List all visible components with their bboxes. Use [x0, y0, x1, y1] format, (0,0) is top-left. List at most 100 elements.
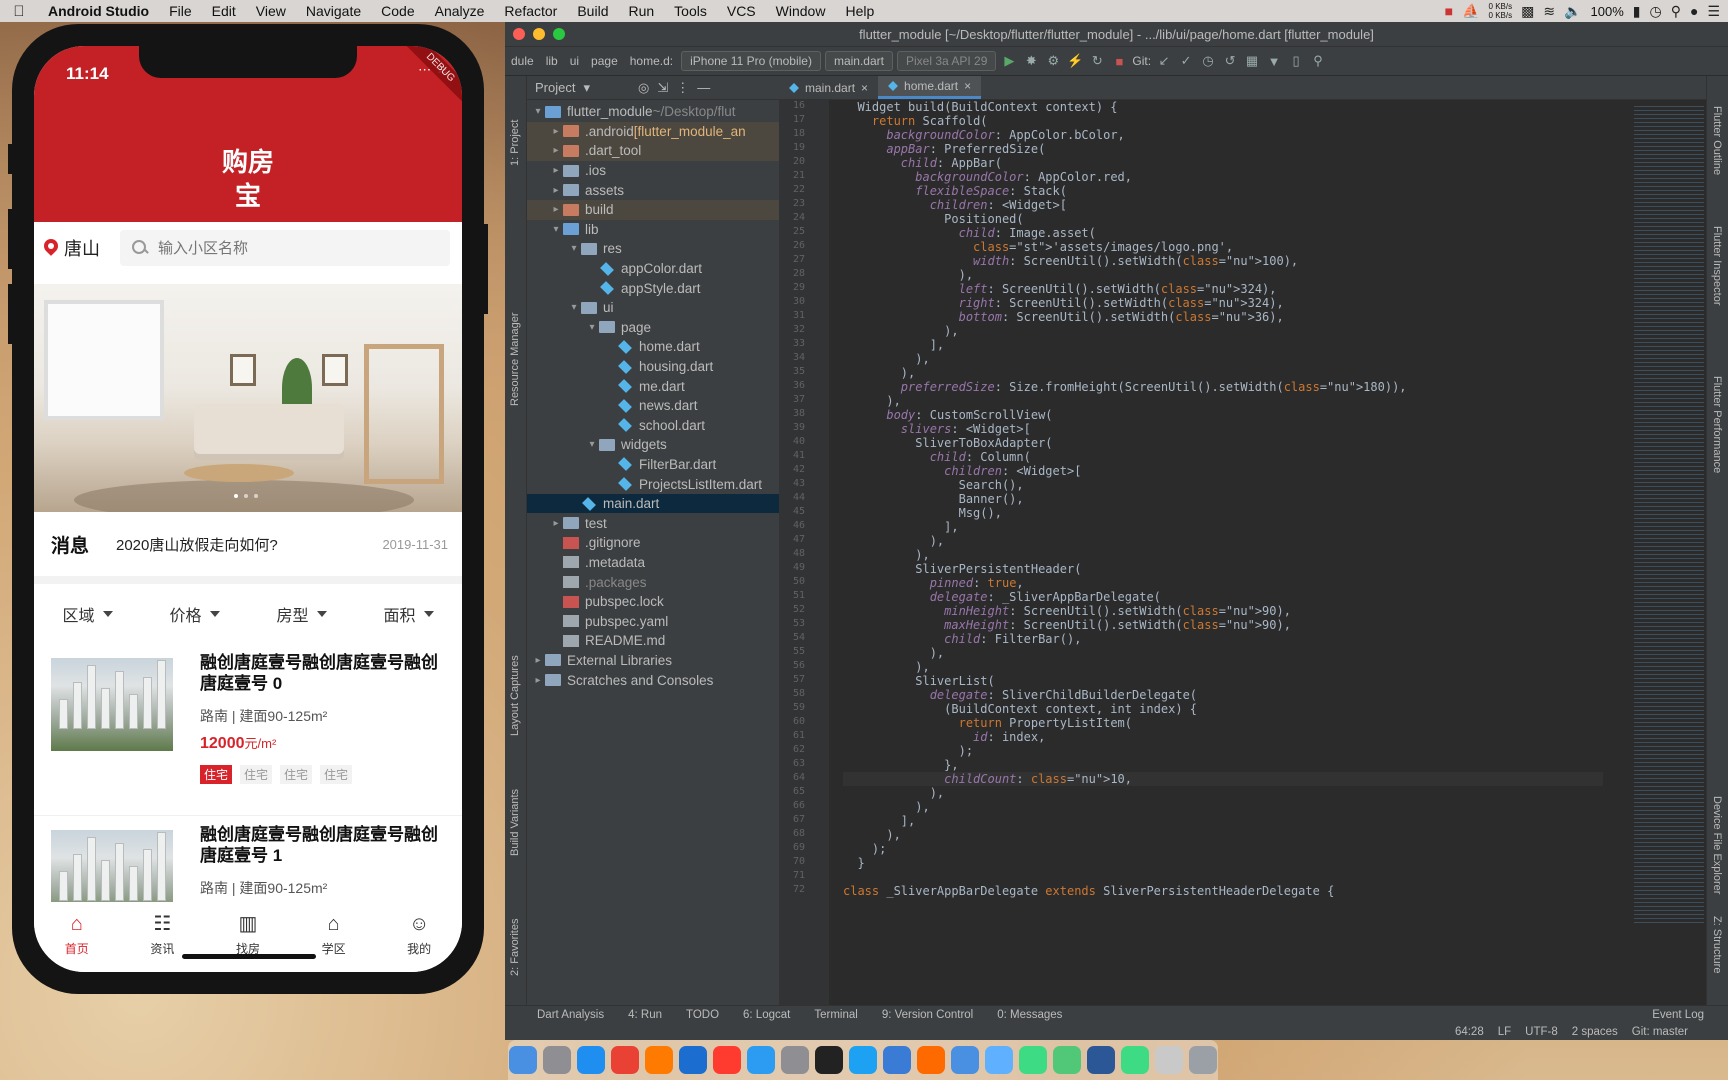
tree-item[interactable]: ▾ ui: [527, 298, 779, 318]
code-line[interactable]: child: FilterBar(),: [843, 632, 1603, 646]
code-line[interactable]: backgroundColor: AppColor.bColor,: [843, 128, 1603, 142]
code-line[interactable]: Search(),: [843, 478, 1603, 492]
minimize-window-button[interactable]: [533, 28, 545, 40]
list-item[interactable]: 融创唐庭壹号融创唐庭壹号融创唐庭壹号 0 路南 | 建面90-125m² 120…: [34, 644, 462, 816]
tool-window-button[interactable]: Layout Captures: [509, 655, 521, 736]
code-line[interactable]: flexibleSpace: Stack(: [843, 184, 1603, 198]
volume-down-button[interactable]: [8, 284, 14, 344]
code-line[interactable]: (BuildContext context, int index) {: [843, 702, 1603, 716]
project-dropdown[interactable]: Project: [535, 80, 575, 95]
emulator-selector[interactable]: Pixel 3a API 29: [896, 51, 997, 71]
record-icon[interactable]: ■: [1445, 3, 1453, 19]
dock-app-icon[interactable]: [543, 1046, 571, 1074]
code-line[interactable]: [843, 870, 1603, 884]
run-icon[interactable]: ▶: [1000, 53, 1018, 69]
code-line[interactable]: childCount: class="nu">10,: [843, 772, 1603, 786]
code-line[interactable]: minHeight: ScreenUtil().setWidth(class="…: [843, 604, 1603, 618]
city-selector[interactable]: 唐山: [34, 235, 120, 261]
tree-item[interactable]: ▸ Scratches and Consoles: [527, 670, 779, 690]
tree-item[interactable]: ▾ page: [527, 318, 779, 338]
code-line[interactable]: child: AppBar(: [843, 156, 1603, 170]
code-minimap[interactable]: [1634, 106, 1704, 926]
volume-up-button[interactable]: [8, 209, 14, 269]
tree-item[interactable]: ▾ widgets: [527, 435, 779, 455]
code-line[interactable]: Msg(),: [843, 506, 1603, 520]
dock-app-icon[interactable]: [679, 1046, 707, 1074]
line-separator[interactable]: LF: [1498, 1026, 1511, 1038]
code-line[interactable]: preferredSize: Size.fromHeight(ScreenUti…: [843, 380, 1603, 394]
menu-help[interactable]: Help: [835, 3, 884, 19]
git-revert-icon[interactable]: ↺: [1221, 53, 1239, 69]
debug-icon[interactable]: ✸: [1022, 53, 1040, 69]
code-line[interactable]: appBar: PreferredSize(: [843, 142, 1603, 156]
code-line[interactable]: delegate: _SliverAppBarDelegate(: [843, 590, 1603, 604]
code-line[interactable]: ),: [843, 786, 1603, 800]
dock-app-icon[interactable]: [917, 1046, 945, 1074]
code-line[interactable]: ),: [843, 324, 1603, 338]
tree-item[interactable]: ▸ .ios: [527, 161, 779, 181]
search-box[interactable]: [120, 230, 450, 266]
filter-item[interactable]: 价格: [169, 602, 220, 626]
tree-item[interactable]: ▾ res: [527, 239, 779, 259]
breadcrumb[interactable]: ui: [566, 54, 583, 68]
dock-app-icon[interactable]: [1053, 1046, 1081, 1074]
run-config-selector[interactable]: main.dart: [824, 51, 893, 71]
code-line[interactable]: );: [843, 842, 1603, 856]
tool-window-button[interactable]: 2: Favorites: [509, 919, 521, 976]
tree-item[interactable]: .gitignore: [527, 533, 779, 553]
code-line[interactable]: ),: [843, 800, 1603, 814]
tool-window-button[interactable]: Build Variants: [509, 789, 521, 856]
chevron-icon[interactable]: ▸: [549, 145, 563, 156]
dock-app-icon[interactable]: [1121, 1046, 1149, 1074]
search-icon[interactable]: ⚲: [1671, 3, 1681, 20]
code-line[interactable]: id: index,: [843, 730, 1603, 744]
file-encoding[interactable]: UTF-8: [1525, 1026, 1558, 1038]
apple-icon[interactable]: : [0, 3, 38, 20]
code-line[interactable]: );: [843, 744, 1603, 758]
tab-home-dart[interactable]: home.dart ×: [878, 76, 982, 99]
tree-item[interactable]: housing.dart: [527, 357, 779, 377]
tool-window-tab[interactable]: Terminal: [814, 1009, 857, 1021]
tree-item[interactable]: ▸ assets: [527, 180, 779, 200]
tree-item[interactable]: FilterBar.dart: [527, 455, 779, 475]
tab-building[interactable]: ▥ 找房: [218, 912, 278, 972]
mute-switch[interactable]: [8, 144, 14, 174]
collapse-icon[interactable]: ⇲: [657, 80, 668, 96]
chevron-icon[interactable]: ▾: [585, 322, 599, 333]
menu-code[interactable]: Code: [371, 3, 424, 19]
event-log-button[interactable]: Event Log: [1652, 1009, 1704, 1021]
chevron-icon[interactable]: ▸: [549, 518, 563, 529]
git-history-icon[interactable]: ◷: [1199, 53, 1217, 69]
breadcrumb[interactable]: home.d:: [626, 54, 677, 68]
tool-window-tab[interactable]: TODO: [686, 1009, 719, 1021]
search-input[interactable]: [158, 239, 418, 257]
code-line[interactable]: SliverList(: [843, 674, 1603, 688]
code-line[interactable]: ),: [843, 548, 1603, 562]
code-line[interactable]: Positioned(: [843, 212, 1603, 226]
chevron-down-icon[interactable]: ▾: [583, 80, 590, 96]
clock-icon[interactable]: ◷: [1649, 3, 1661, 20]
avd-manager-icon[interactable]: ▯: [1287, 53, 1305, 69]
tab-smile[interactable]: ☺ 我的: [389, 912, 449, 972]
tool-window-button[interactable]: 1: Project: [509, 120, 521, 166]
tool-window-button[interactable]: Z: Structure: [1711, 916, 1723, 973]
filter-item[interactable]: 房型: [276, 602, 327, 626]
tree-item[interactable]: ▾ lib: [527, 220, 779, 240]
tool-window-button[interactable]: Flutter Performance: [1711, 376, 1723, 473]
code-line[interactable]: slivers: <Widget>[: [843, 422, 1603, 436]
menu-window[interactable]: Window: [766, 3, 836, 19]
chevron-icon[interactable]: ▾: [549, 224, 563, 235]
chevron-icon[interactable]: ▸: [549, 126, 563, 137]
code-line[interactable]: ),: [843, 352, 1603, 366]
tool-window-button[interactable]: Resource Manager: [509, 312, 521, 406]
locate-icon[interactable]: ◎: [638, 80, 649, 96]
menu-analyze[interactable]: Analyze: [425, 3, 495, 19]
code-line[interactable]: child: Column(: [843, 450, 1603, 464]
dock-app-icon[interactable]: [883, 1046, 911, 1074]
code-line[interactable]: delegate: SliverChildBuilderDelegate(: [843, 688, 1603, 702]
code-line[interactable]: SliverPersistentHeader(: [843, 562, 1603, 576]
tree-item[interactable]: ▸ build: [527, 199, 779, 220]
git-branch[interactable]: Git: master: [1632, 1026, 1688, 1038]
code-line[interactable]: ),: [843, 268, 1603, 282]
code-line[interactable]: class="st">'assets/images/logo.png',: [843, 240, 1603, 254]
